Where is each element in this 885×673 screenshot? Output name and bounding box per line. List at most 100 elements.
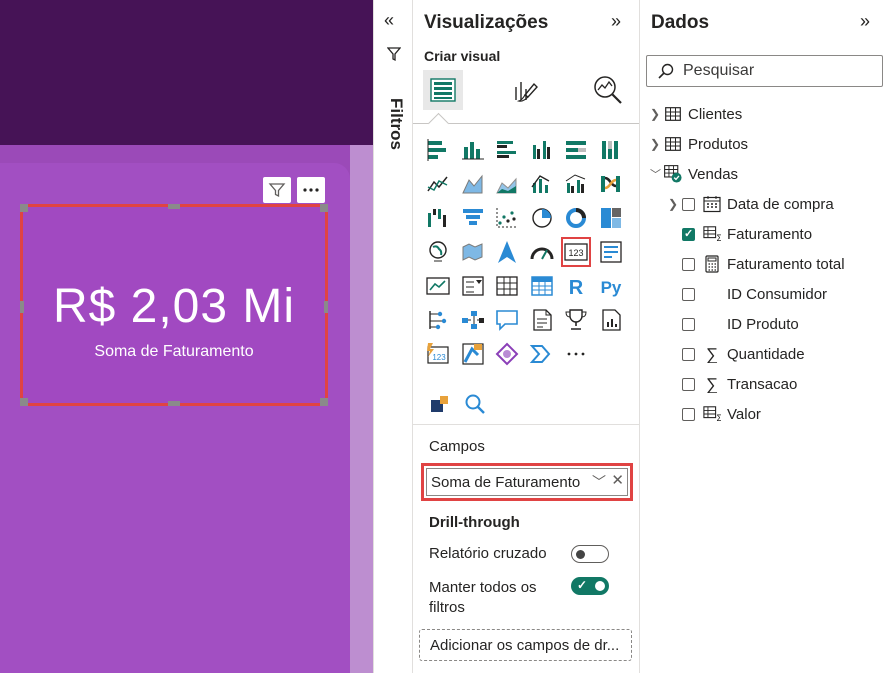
power-bi-visual-button[interactable] [492, 339, 522, 369]
search-icon [658, 63, 674, 79]
field-checkbox[interactable] [682, 227, 695, 241]
field-item[interactable]: Σ Faturamento [668, 222, 812, 246]
power-apps-visual-button[interactable]: 123 [423, 339, 453, 369]
table-produtos[interactable]: ❯ Produtos [650, 132, 748, 156]
power-apps-icon: 123 [427, 343, 449, 364]
stacked-area-visual-button[interactable] [492, 169, 522, 199]
field-item[interactable]: Σ Valor [668, 402, 761, 426]
field-item[interactable]: ∑ Quantidade [668, 342, 805, 366]
format-visual-tab[interactable] [505, 70, 545, 110]
table-vendas[interactable]: ﹀ Vendas [650, 162, 738, 186]
field-checkbox[interactable] [682, 287, 695, 301]
resize-handle[interactable] [320, 204, 328, 212]
resize-handle[interactable] [168, 401, 180, 406]
card-visual-button[interactable]: 123 [561, 237, 591, 267]
card-visual[interactable]: R$ 2,03 Mi Soma de Faturamento [20, 204, 328, 406]
field-item[interactable]: Faturamento total [668, 252, 845, 276]
line-column-visual-button[interactable] [527, 169, 557, 199]
data-search-box[interactable] [646, 55, 883, 87]
qa-visual-button[interactable] [492, 305, 522, 335]
100-column-visual-button[interactable] [596, 135, 626, 165]
chevron-right-icon[interactable]: ❯ [650, 107, 664, 121]
goals-visual-button[interactable] [561, 305, 591, 335]
line-chart-visual-button[interactable] [423, 169, 453, 199]
add-drill-through-fields-well[interactable]: Adicionar os campos de dr... [419, 629, 632, 661]
chevron-down-icon[interactable]: ﹀ [592, 472, 606, 492]
find-visual-button[interactable] [460, 389, 490, 419]
r-visual-icon: R [569, 277, 584, 299]
more-icon [303, 188, 319, 192]
field-checkbox[interactable] [682, 197, 695, 211]
arrow-chevrons-visual-button[interactable] [527, 339, 557, 369]
field-item[interactable]: ∑ Transacao [668, 372, 797, 396]
matrix-visual-button[interactable] [527, 271, 557, 301]
resize-handle[interactable] [168, 204, 180, 209]
table-clientes[interactable]: ❯ Clientes [650, 102, 742, 126]
python-visual-visual-button[interactable]: Py [596, 271, 626, 301]
search-input[interactable] [681, 61, 865, 81]
field-item[interactable]: ❯ Data de compra [668, 192, 834, 216]
resize-handle[interactable] [20, 204, 28, 212]
more-visuals-visual-button[interactable] [561, 339, 591, 369]
power-automate-visual-button[interactable] [458, 339, 488, 369]
table-name: Produtos [688, 135, 749, 153]
area-chart-visual-button[interactable] [458, 169, 488, 199]
chevron-right-icon[interactable]: ❯ [650, 137, 664, 151]
filters-label[interactable]: Filtros [386, 98, 406, 150]
clustered-bar-visual-button[interactable] [492, 135, 522, 165]
kpi-icon [426, 277, 450, 295]
decomposition-tree-visual-button[interactable] [458, 305, 488, 335]
field-item[interactable]: ID Produto [668, 312, 799, 336]
visual-filter-button[interactable] [263, 177, 291, 203]
filters-pane-collapsed[interactable]: « Filtros [373, 0, 413, 673]
keep-all-filters-toggle[interactable]: ✓ [571, 577, 609, 595]
smart-narrative-visual-button[interactable] [527, 305, 557, 335]
chevron-down-icon[interactable]: ﹀ [650, 166, 664, 182]
pie-chart-visual-button[interactable] [527, 203, 557, 233]
table-visual-button[interactable] [492, 271, 522, 301]
key-influencers-visual-button[interactable] [423, 305, 453, 335]
filters-expand-button[interactable]: « [384, 10, 394, 31]
visualizations-collapse-button[interactable]: » [611, 11, 621, 32]
keep-all-filters-label: Manter todos os filtros [429, 579, 537, 616]
visual-more-options-button[interactable] [297, 177, 325, 203]
field-checkbox[interactable] [682, 257, 695, 271]
field-checkbox[interactable] [682, 407, 695, 421]
data-collapse-button[interactable]: » [860, 11, 870, 32]
ribbon-chart-visual-button[interactable] [596, 169, 626, 199]
map-visual-button[interactable] [423, 237, 453, 267]
waterfall-visual-button[interactable] [423, 203, 453, 233]
multi-row-card-visual-button[interactable] [596, 237, 626, 267]
build-visual-tab[interactable] [423, 70, 463, 110]
clustered-column-visual-button[interactable] [527, 135, 557, 165]
field-checkbox[interactable] [682, 347, 695, 361]
chevron-right-icon[interactable]: ❯ [668, 197, 682, 211]
close-icon[interactable]: ✕ [611, 471, 624, 489]
funnel-visual-button[interactable] [458, 203, 488, 233]
stacked-bar-visual-button[interactable] [423, 135, 453, 165]
field-checkbox[interactable] [682, 377, 695, 391]
fields-well[interactable]: Soma de Faturamento ﹀ ✕ [421, 463, 633, 501]
azure-map-visual-button[interactable] [492, 237, 522, 267]
analytics-tab[interactable] [588, 70, 628, 110]
get-more-visuals-button[interactable] [425, 389, 455, 419]
donut-chart-visual-button[interactable] [561, 203, 591, 233]
resize-handle[interactable] [20, 398, 28, 406]
build-visual-icon [430, 78, 456, 102]
stacked-column-visual-button[interactable] [458, 135, 488, 165]
slicer-visual-button[interactable] [458, 271, 488, 301]
100-bar-visual-button[interactable] [561, 135, 591, 165]
cross-report-toggle[interactable] [571, 545, 609, 563]
field-checkbox[interactable] [682, 317, 695, 331]
treemap-visual-button[interactable] [596, 203, 626, 233]
line-clustered-visual-button[interactable] [561, 169, 591, 199]
field-item[interactable]: ID Consumidor [668, 282, 827, 306]
report-canvas[interactable]: R$ 2,03 Mi Soma de Faturamento [0, 0, 373, 673]
filled-map-visual-button[interactable] [458, 237, 488, 267]
resize-handle[interactable] [320, 398, 328, 406]
gauge-visual-button[interactable] [527, 237, 557, 267]
paginated-report-visual-button[interactable] [596, 305, 626, 335]
scatter-visual-button[interactable] [492, 203, 522, 233]
r-visual-visual-button[interactable]: R [561, 271, 591, 301]
kpi-visual-button[interactable] [423, 271, 453, 301]
